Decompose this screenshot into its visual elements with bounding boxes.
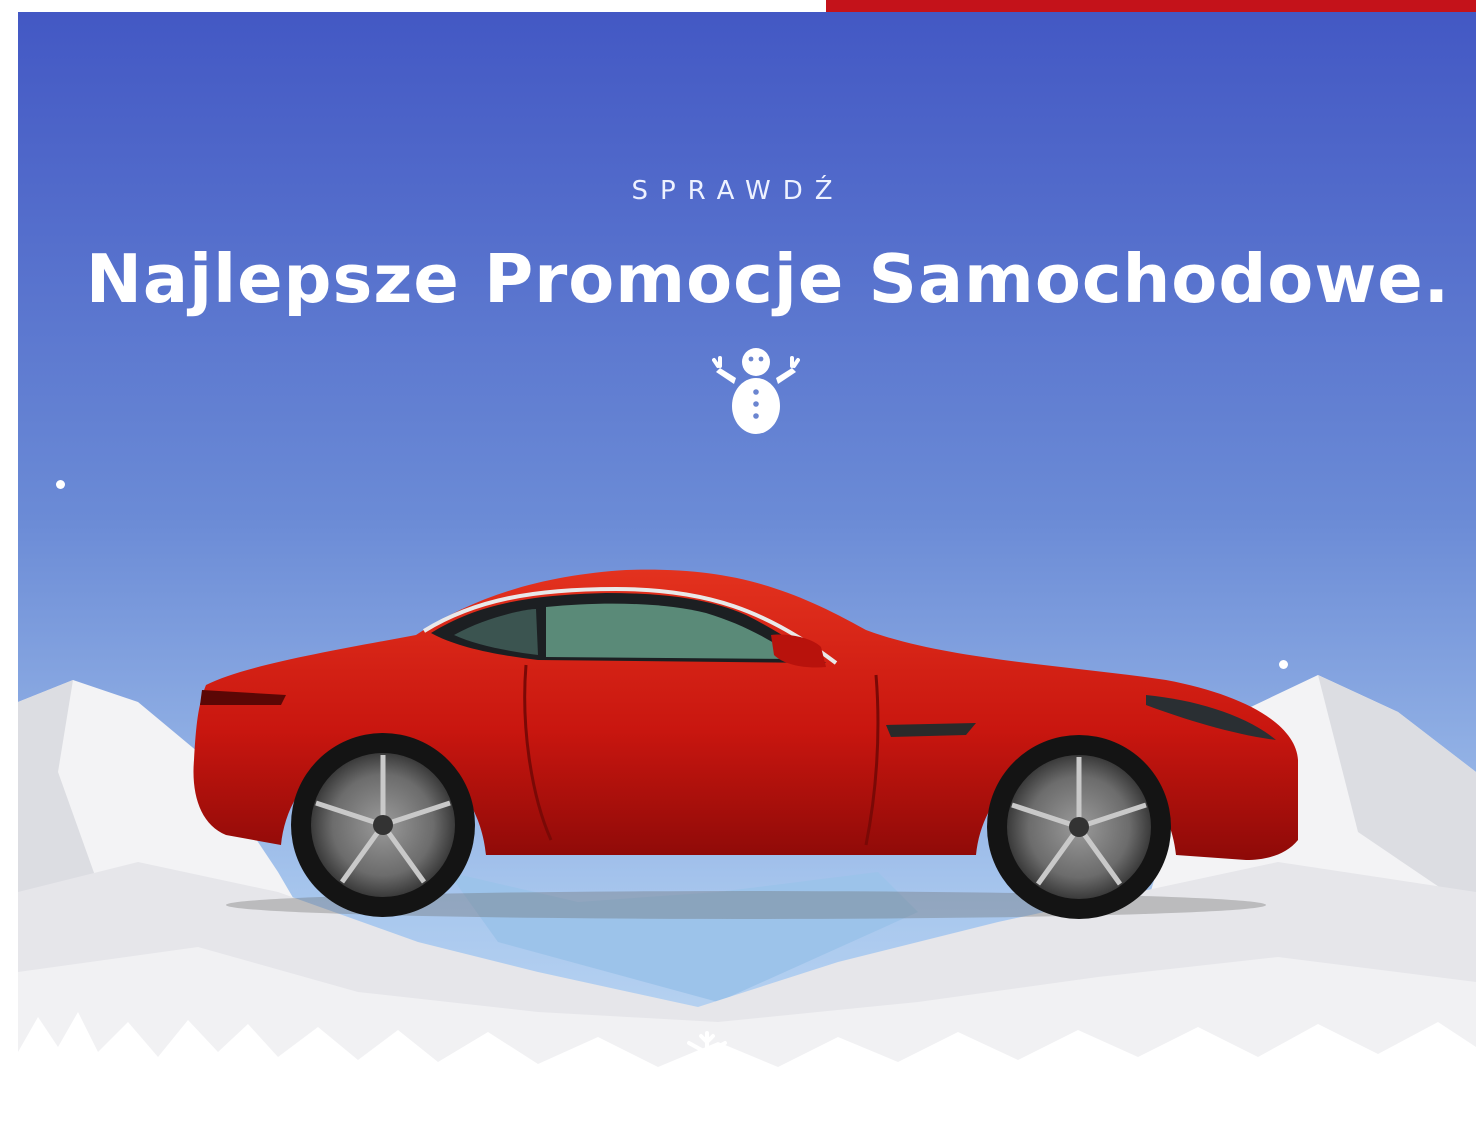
car-side-vent bbox=[886, 723, 976, 737]
snowflake-icon bbox=[687, 1031, 727, 1075]
snow-ground-front bbox=[18, 1092, 1476, 1137]
red-sports-car-image bbox=[193, 569, 1299, 919]
promo-page: SPRAWDŹ Najlepsze Promocje Samochodowe. bbox=[0, 0, 1476, 1137]
car-wheel-front bbox=[987, 735, 1171, 919]
snowman-icon bbox=[712, 348, 800, 434]
page-title: Najlepsze Promocje Samochodowe. bbox=[85, 240, 1451, 318]
snow-dot bbox=[56, 480, 65, 489]
car-wheel-rear bbox=[291, 733, 475, 917]
section-eyebrow: SPRAWDŹ bbox=[631, 176, 845, 206]
top-accent-bar bbox=[826, 0, 1476, 12]
